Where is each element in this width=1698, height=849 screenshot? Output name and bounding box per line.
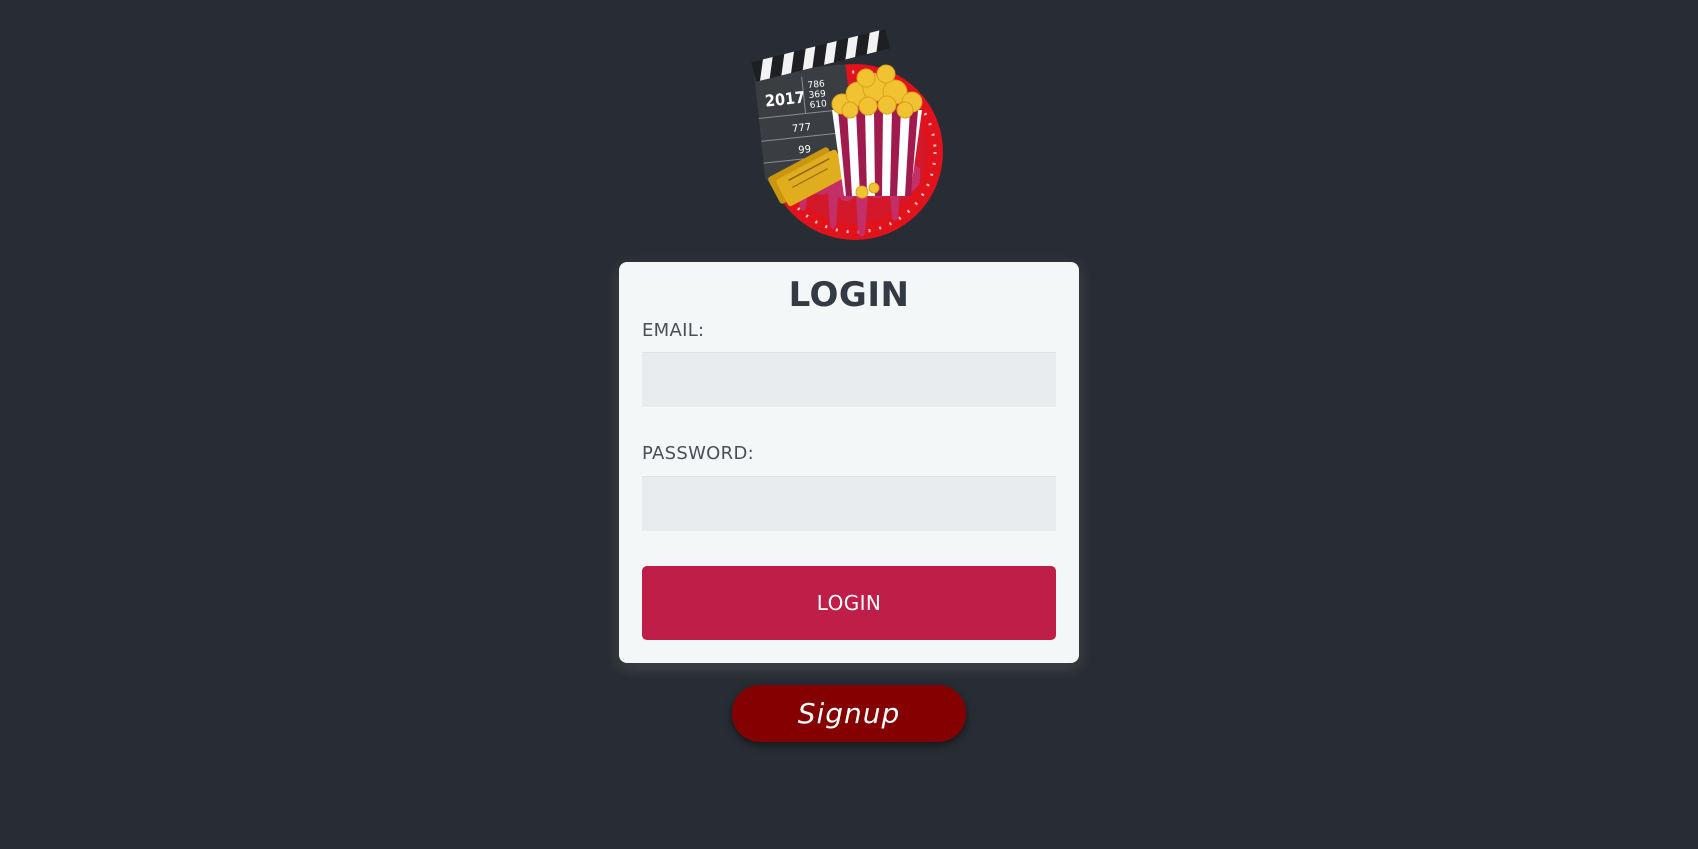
- popcorn-clapperboard-icon: 2017 786 369 610 777 99 33: [751, 28, 943, 240]
- login-title: LOGIN: [788, 275, 910, 315]
- password-field[interactable]: [642, 476, 1056, 531]
- login-page: 2017 786 369 610 777 99 33: [0, 0, 1698, 849]
- password-label: PASSWORD:: [642, 443, 754, 464]
- cinema-logo: 2017 786 369 610 777 99 33: [750, 18, 950, 250]
- svg-text:99: 99: [798, 144, 812, 156]
- svg-text:777: 777: [792, 122, 812, 135]
- email-field[interactable]: [642, 352, 1056, 407]
- email-label: EMAIL:: [642, 320, 705, 341]
- signup-button[interactable]: Signup: [732, 685, 966, 742]
- login-card: LOGIN EMAIL: PASSWORD: LOGIN: [619, 262, 1079, 663]
- svg-text:610: 610: [809, 99, 827, 111]
- login-button[interactable]: LOGIN: [642, 566, 1056, 640]
